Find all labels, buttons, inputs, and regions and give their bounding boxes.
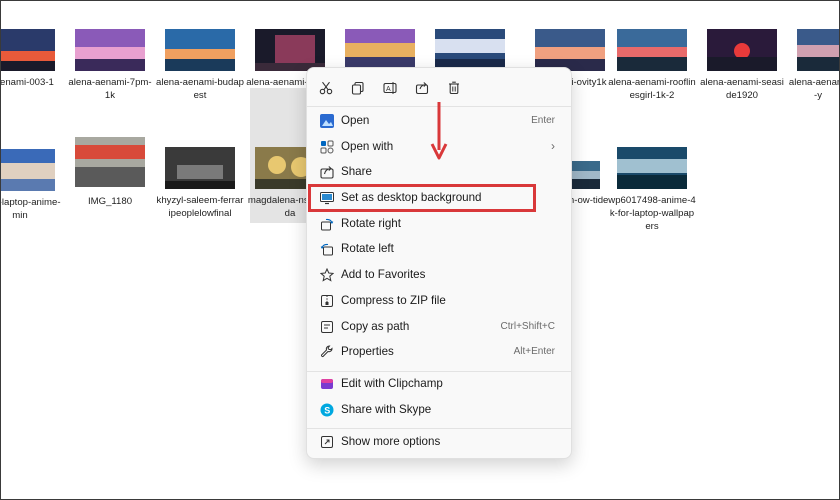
highlight-box: [308, 184, 536, 212]
file-name: alena-aenami-y: [788, 77, 840, 101]
copy-path-icon: [319, 319, 335, 335]
share-icon: [319, 164, 335, 180]
rename-icon[interactable]: A: [379, 77, 401, 99]
menu-item-add-to-favorites[interactable]: Add to Favorites: [311, 263, 567, 287]
down-arrow-icon: [430, 102, 448, 160]
more-options-icon: [319, 434, 335, 450]
menu-item-rotate-left[interactable]: Rotate left: [311, 237, 567, 261]
file-name: e-aenami-003-1: [0, 77, 54, 88]
file-thumbnail: [535, 29, 605, 71]
file-name: alena-aenami-rooflinesgirl-1k-2: [608, 77, 696, 101]
open-with-icon: [319, 139, 335, 155]
menu-item-compress-zip[interactable]: Compress to ZIP file: [311, 289, 567, 313]
file-name: alena-aenami-budapest: [156, 77, 245, 101]
file-thumbnail: [345, 29, 415, 71]
menu-item-share[interactable]: Share: [311, 160, 567, 184]
wrench-icon: [319, 344, 335, 360]
menu-item-edit-clipchamp[interactable]: Edit with Clipchamp: [311, 372, 567, 396]
skype-icon: S: [319, 402, 335, 418]
file-thumbnail: [617, 29, 687, 71]
file-name: khyzyl-saleem-ferraripeoplelowfinal: [156, 195, 244, 219]
menu-item-share-skype[interactable]: S Share with Skype: [311, 398, 567, 422]
file-thumbnail: [797, 29, 840, 71]
file-thumbnail: [75, 29, 145, 71]
chevron-right-icon: ›: [551, 139, 555, 153]
file-thumbnail: [0, 149, 55, 191]
file-thumbnail: [255, 29, 325, 71]
zip-icon: [319, 293, 335, 309]
file-thumbnail: [75, 137, 145, 187]
star-icon: [319, 267, 335, 283]
rotate-left-icon: [319, 241, 335, 257]
menu-separator: [307, 428, 571, 429]
file-thumbnail: [435, 29, 505, 71]
svg-text:S: S: [324, 406, 330, 416]
menu-item-copy-as-path[interactable]: Copy as path Ctrl+Shift+C: [311, 315, 567, 339]
file-name: alena-aenami-seaside1920: [700, 77, 784, 101]
file-name: wp6017498-anime-4k-for-laptop-wallpapers: [608, 195, 696, 232]
clipchamp-icon: [319, 376, 335, 392]
file-name: -nen-laptop-anime-min: [0, 197, 61, 221]
file-thumbnail: [617, 147, 687, 189]
file-name: IMG_1180: [87, 196, 133, 207]
file-thumbnail: [707, 29, 777, 71]
photos-icon: [319, 113, 335, 129]
rotate-right-icon: [319, 216, 335, 232]
share-icon[interactable]: [411, 77, 433, 99]
menu-item-rotate-right[interactable]: Rotate right: [311, 212, 567, 236]
cut-icon[interactable]: [315, 77, 337, 99]
file-thumbnail: [165, 147, 235, 189]
svg-text:A: A: [386, 86, 391, 93]
file-thumbnail: [0, 29, 55, 71]
delete-icon[interactable]: [443, 77, 465, 99]
menu-item-properties[interactable]: Properties Alt+Enter: [311, 340, 567, 364]
copy-icon[interactable]: [347, 77, 369, 99]
file-name: alena-aenami-7pm-1k: [68, 77, 152, 101]
file-thumbnail: [165, 29, 235, 71]
menu-item-show-more-options[interactable]: Show more options: [311, 430, 567, 454]
